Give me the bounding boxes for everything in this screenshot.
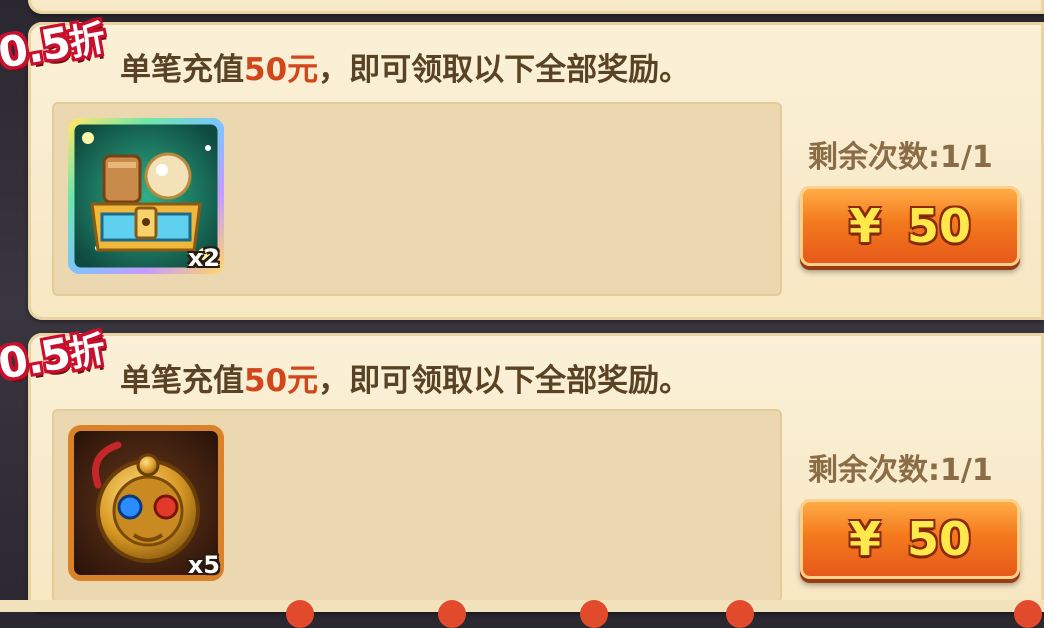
discount-badge: 0.5折 bbox=[0, 9, 108, 79]
reward-quantity: x2 bbox=[187, 244, 220, 272]
previous-offer-card bbox=[28, 0, 1044, 14]
offer-card: 0.5折 单笔充值50元，即可领取以下全部奖励。 bbox=[0, 17, 1044, 320]
badge-dot bbox=[438, 600, 466, 628]
price-symbol: ¥ bbox=[848, 512, 881, 566]
discount-value: 0.5 bbox=[0, 17, 74, 78]
next-offer-card bbox=[0, 600, 1044, 628]
desc-amount: 50元 bbox=[244, 52, 319, 88]
reward-panel: x5 bbox=[52, 409, 782, 603]
discount-badge: 0.5折 bbox=[0, 320, 108, 390]
offer-description: 单笔充值50元，即可领取以下全部奖励。 bbox=[120, 355, 690, 400]
desc-suffix: ，即可领取以下全部奖励。 bbox=[318, 52, 691, 88]
badge-dot bbox=[580, 600, 608, 628]
discount-value: 0.5 bbox=[0, 328, 74, 389]
reward-slot[interactable]: x2 bbox=[68, 118, 224, 274]
desc-suffix: ，即可领取以下全部奖励。 bbox=[318, 363, 691, 399]
badge-dot bbox=[286, 600, 314, 628]
remaining-count: 剩余次数:1/1 bbox=[808, 140, 993, 175]
offer-description: 单笔充值50元，即可领取以下全部奖励。 bbox=[120, 44, 690, 89]
desc-prefix: 单笔充值 bbox=[120, 52, 244, 88]
desc-prefix: 单笔充值 bbox=[120, 363, 244, 399]
buy-button[interactable]: ¥ 50 bbox=[800, 499, 1020, 579]
reward-quantity: x5 bbox=[187, 551, 220, 579]
badge-dot bbox=[1014, 600, 1042, 628]
buy-button[interactable]: ¥ 50 bbox=[800, 186, 1020, 266]
reward-panel: x2 bbox=[52, 102, 782, 296]
offer-card: 0.5折 单笔充值50元，即可领取以下全部奖励。 bbox=[0, 328, 1044, 612]
discount-unit: 折 bbox=[66, 329, 108, 376]
desc-amount: 50元 bbox=[244, 363, 319, 399]
discount-unit: 折 bbox=[66, 18, 108, 65]
reward-slot[interactable]: x5 bbox=[68, 425, 224, 581]
price-symbol: ¥ bbox=[848, 199, 881, 253]
badge-dot bbox=[726, 600, 754, 628]
price-value: 50 bbox=[907, 199, 972, 253]
price-value: 50 bbox=[907, 512, 972, 566]
remaining-count: 剩余次数:1/1 bbox=[808, 453, 993, 488]
